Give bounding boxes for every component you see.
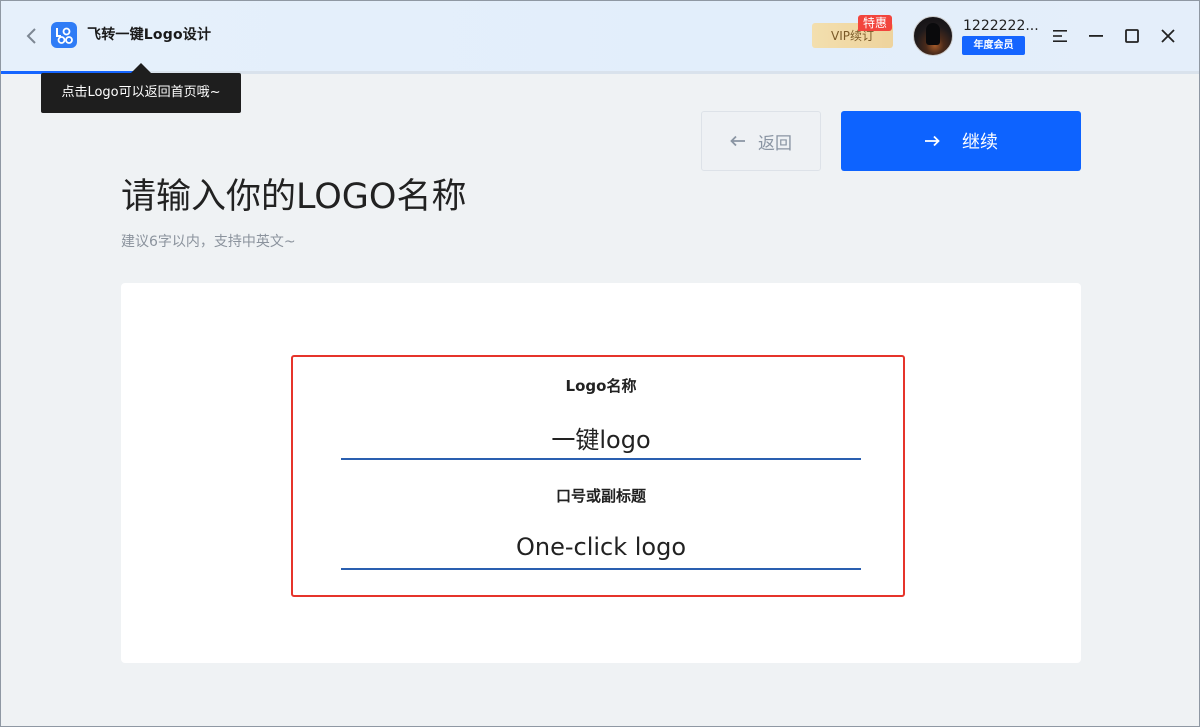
- avatar-silhouette: [926, 23, 940, 45]
- tooltip-arrow: [131, 63, 151, 73]
- arrow-left-icon: [730, 135, 745, 147]
- maximize-icon[interactable]: [1121, 25, 1143, 47]
- back-button[interactable]: 返回: [701, 111, 821, 171]
- avatar[interactable]: [913, 16, 953, 56]
- logo-name-label: Logo名称: [565, 377, 637, 395]
- menu-icon[interactable]: [1049, 25, 1071, 47]
- member-badge: 年度会员: [962, 36, 1025, 55]
- discount-badge: 特惠: [858, 15, 892, 31]
- chevron-left-icon[interactable]: [21, 25, 41, 47]
- home-tooltip: 点击Logo可以返回首页哦~: [41, 73, 241, 113]
- continue-button[interactable]: 继续: [841, 111, 1081, 171]
- page-subtitle: 建议6字以内，支持中英文~: [121, 234, 296, 250]
- slogan-label: 口号或副标题: [555, 487, 646, 505]
- app-title[interactable]: 飞转一键Logo设计: [87, 25, 211, 45]
- page-title: 请输入你的LOGO名称: [121, 177, 467, 217]
- back-button-label: 返回: [758, 133, 792, 154]
- user-name[interactable]: 1222222...: [963, 17, 1039, 35]
- logo-app-icon[interactable]: [51, 22, 77, 48]
- app-window: 飞转一键Logo设计 VIP续订 特惠 1222222... 年度会员 点击Lo…: [0, 0, 1200, 727]
- slogan-input[interactable]: [341, 526, 861, 570]
- title-bar: 飞转一键Logo设计 VIP续订 特惠 1222222... 年度会员: [1, 1, 1199, 71]
- arrow-right-icon: [925, 135, 940, 147]
- minimize-icon[interactable]: [1085, 25, 1107, 47]
- continue-button-label: 继续: [962, 132, 998, 153]
- logo-name-input[interactable]: [341, 416, 861, 460]
- close-icon[interactable]: [1157, 25, 1179, 47]
